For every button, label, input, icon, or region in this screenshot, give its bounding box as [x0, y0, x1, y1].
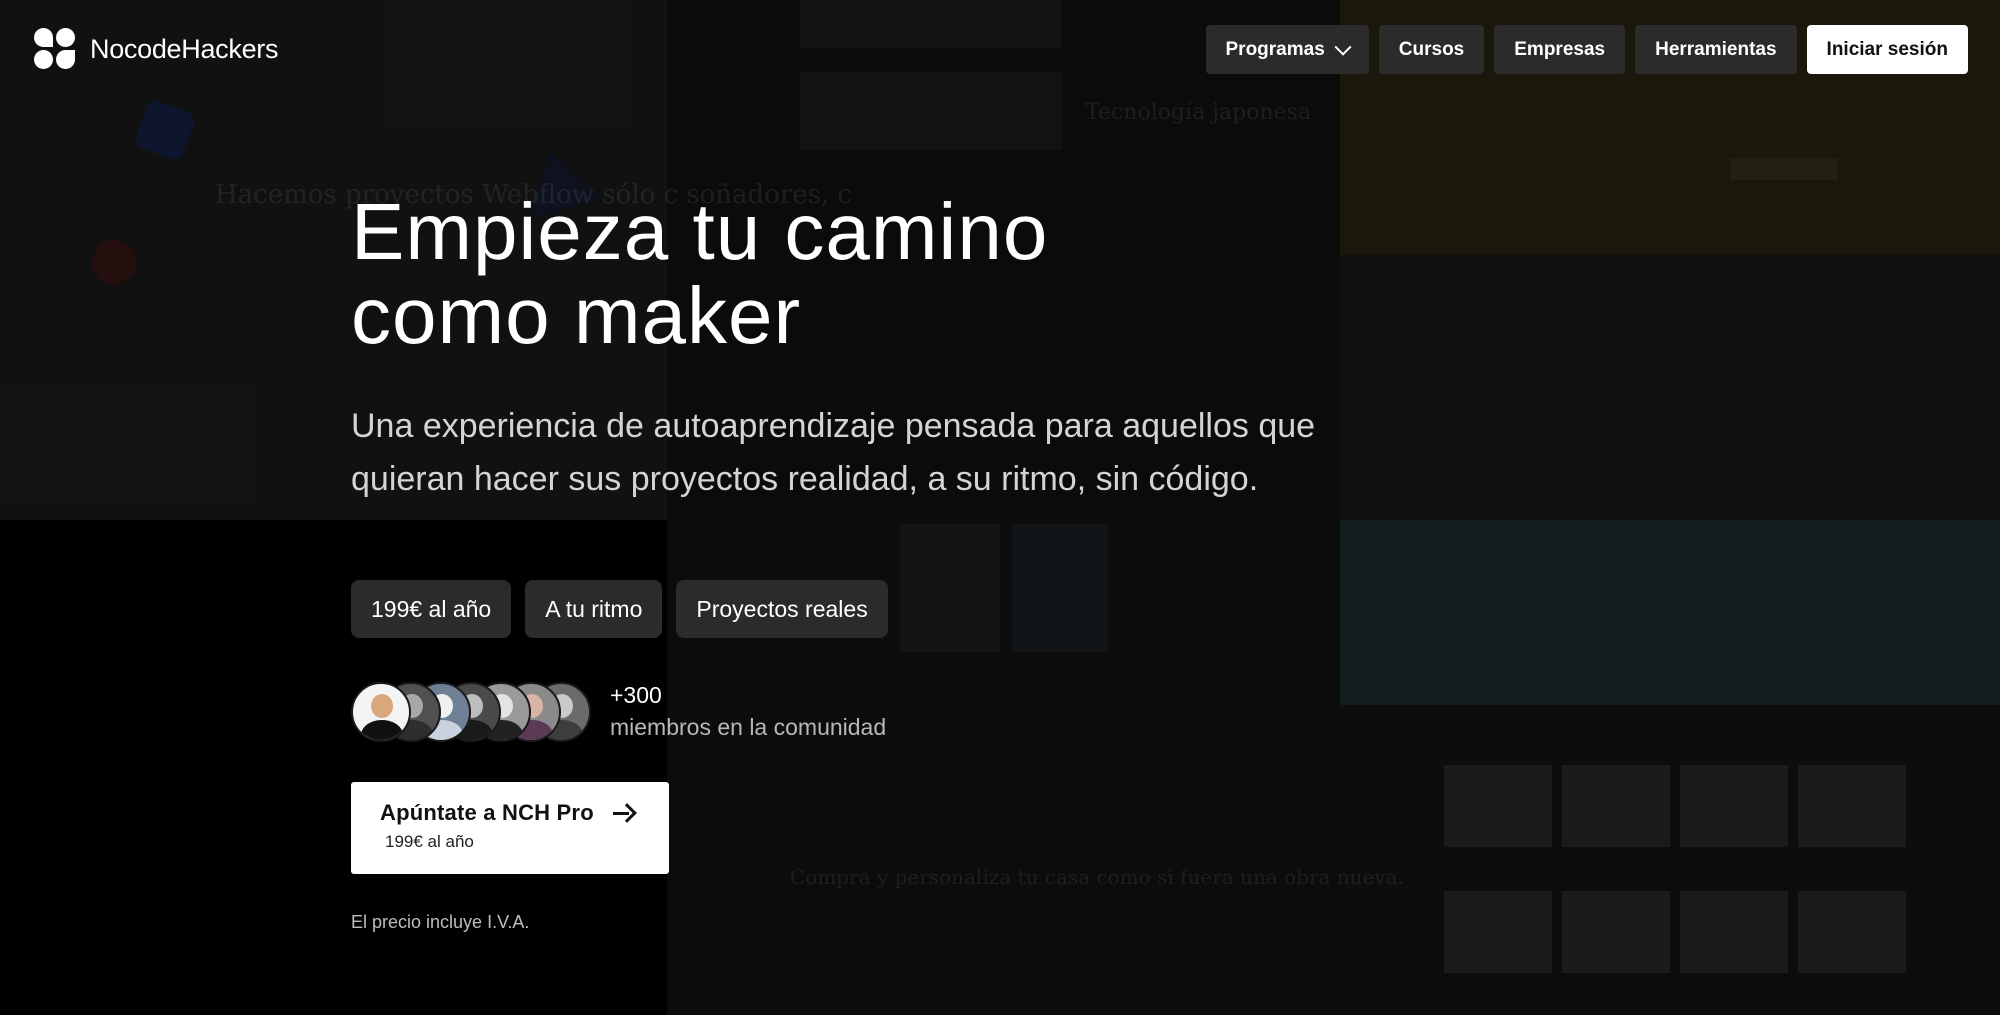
site-header: NocodeHackers Programas Cursos Empresas …: [0, 0, 2000, 100]
community-block: +300 miembros en la comunidad: [351, 680, 886, 744]
login-label: Iniciar sesión: [1826, 38, 1948, 60]
hero-title-line: Empieza tu camino: [351, 187, 1049, 276]
nav-programas-dropdown[interactable]: Programas: [1205, 25, 1369, 74]
pill-price: 199€ al año: [351, 580, 512, 638]
nav-item-label: Herramientas: [1655, 38, 1777, 60]
logo-icon: [34, 28, 76, 70]
avatar: [351, 682, 411, 742]
nav-item-label: Cursos: [1398, 38, 1465, 60]
community-label: miembros en la comunidad: [610, 714, 887, 740]
community-text: +300 miembros en la comunidad: [610, 680, 886, 744]
hero-title-line: como maker: [351, 271, 802, 360]
hero-subtitle: Una experiencia de autoaprendizaje pensa…: [351, 407, 1316, 498]
feature-pills: 199€ al año A tu ritmo Proyectos reales: [351, 580, 888, 638]
cta-row: Apúntate a NCH Pro: [380, 800, 669, 826]
nav-item-label: Empresas: [1514, 38, 1606, 60]
cta-price: 199€ al año: [385, 832, 474, 851]
chevron-down-icon: [1334, 38, 1352, 56]
pill-projects: Proyectos reales: [676, 580, 888, 638]
dark-overlay: [0, 0, 2000, 1015]
cta-title: Apúntate a NCH Pro: [380, 800, 594, 825]
nav-empresas-button[interactable]: Empresas: [1494, 25, 1626, 74]
hero-title: Empieza tu camino como maker: [351, 190, 1151, 358]
login-button[interactable]: Iniciar sesión: [1806, 25, 1968, 74]
pill-pace: A tu ritmo: [525, 580, 663, 638]
community-count: +300: [610, 682, 662, 708]
arrow-right-icon: [612, 802, 634, 824]
avatar-stack: [351, 682, 593, 742]
nav-cursos-button[interactable]: Cursos: [1378, 25, 1485, 74]
brand-logo[interactable]: NocodeHackers: [34, 28, 278, 70]
join-pro-button[interactable]: Apúntate a NCH Pro 199€ al año: [351, 782, 669, 874]
main-nav: Programas Cursos Empresas Herramientas I…: [1205, 25, 1968, 74]
background-collage: Hacemos proyectos Webflow sólo c soñador…: [0, 0, 2000, 1015]
brand-name: NocodeHackers: [90, 33, 279, 64]
price-footnote: El precio incluye I.V.A.: [351, 912, 530, 932]
nav-herramientas-button[interactable]: Herramientas: [1635, 25, 1797, 74]
hero-section: Empieza tu camino como maker Una experie…: [351, 190, 1351, 506]
nav-item-label: Programas: [1225, 38, 1325, 60]
